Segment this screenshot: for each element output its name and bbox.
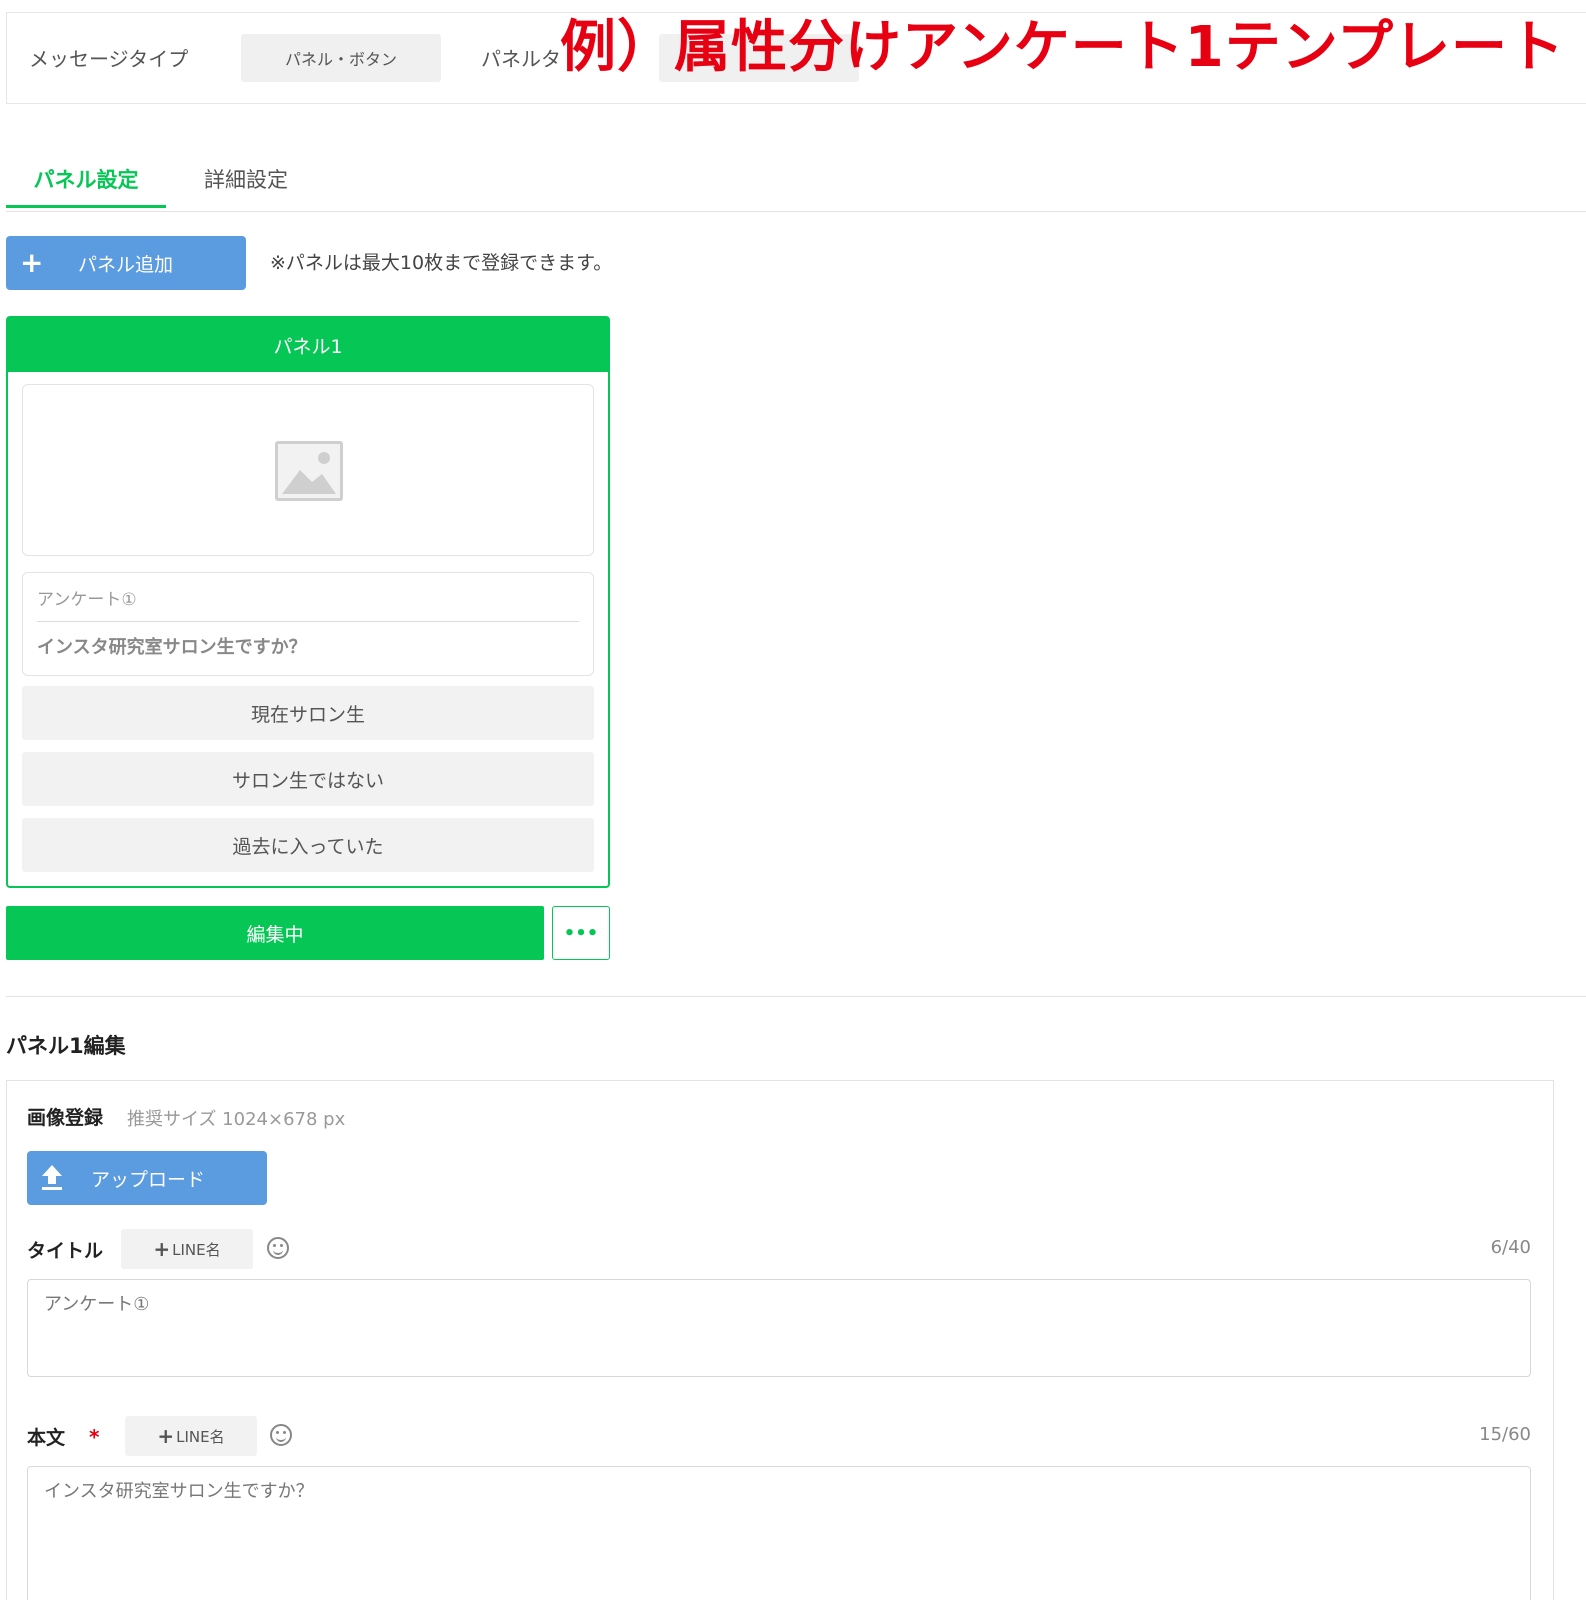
add-panel-button[interactable]: + パネル追加	[6, 236, 246, 290]
message-type-label: メッセージタイプ	[29, 47, 189, 71]
body-field-label: 本文	[27, 1427, 66, 1449]
panel-choice-button[interactable]: サロン生ではない	[22, 752, 594, 806]
message-type-select[interactable]: パネル・ボタン	[241, 34, 441, 82]
tab-detail-settings[interactable]: 詳細設定	[204, 164, 288, 208]
emoji-icon[interactable]	[267, 1237, 289, 1259]
line-name-label: LINE名	[176, 1427, 225, 1446]
image-size-hint: 推奨サイズ 1024×678 px	[127, 1109, 346, 1130]
panel-choice-button[interactable]: 現在サロン生	[22, 686, 594, 740]
body-char-counter: 15/60	[1479, 1424, 1531, 1445]
line-name-label: LINE名	[172, 1240, 221, 1259]
plus-icon: +	[157, 1424, 175, 1448]
edit-heading: パネル1編集	[6, 1034, 126, 1058]
panel-image-area[interactable]	[22, 384, 594, 556]
title-insert-line-name-button[interactable]: + LINE名	[121, 1229, 253, 1269]
emoji-icon[interactable]	[270, 1424, 292, 1446]
image-register-label: 画像登録	[27, 1107, 104, 1129]
body-insert-line-name-button[interactable]: + LINE名	[125, 1416, 257, 1456]
panel-header: パネル1	[8, 318, 608, 372]
upload-button[interactable]: アップロード	[27, 1151, 267, 1205]
image-placeholder-icon	[275, 441, 343, 501]
panel-text-area[interactable]: アンケート① インスタ研究室サロン生ですか？	[22, 572, 594, 676]
panel-preview[interactable]: パネル1 アンケート① インスタ研究室サロン生ですか？ 現在サロン生 サロン生で…	[6, 316, 610, 888]
upload-icon	[42, 1165, 62, 1190]
title-input[interactable]: アンケート①	[27, 1279, 1531, 1377]
title-char-counter: 6/40	[1490, 1237, 1531, 1258]
tab-panel-settings[interactable]: パネル設定	[6, 164, 166, 208]
required-marker: *	[89, 1425, 100, 1449]
upload-label: アップロード	[91, 1169, 206, 1191]
panel-body: インスタ研究室サロン生ですか？	[37, 637, 307, 658]
editing-button[interactable]: 編集中	[6, 906, 544, 960]
plus-icon: +	[20, 246, 44, 279]
panel-edit-form: 画像登録 推奨サイズ 1024×678 px アップロード タイトル + LIN…	[6, 1080, 1554, 1600]
title-field-label: タイトル	[27, 1240, 104, 1262]
panel-divider	[37, 621, 579, 622]
plus-icon: +	[153, 1237, 171, 1261]
panel-choice-button[interactable]: 過去に入っていた	[22, 818, 594, 872]
overlay-title: 例）属性分けアンケート1テンプレート	[560, 15, 1566, 80]
section-divider	[6, 996, 1586, 997]
add-panel-label: パネル追加	[78, 254, 174, 276]
panel-type-label: パネルタ	[481, 47, 561, 71]
panel-title: アンケート①	[37, 590, 137, 610]
settings-tabs: パネル設定 詳細設定	[6, 152, 1586, 212]
more-options-button[interactable]: •••	[552, 906, 610, 960]
body-input[interactable]: インスタ研究室サロン生ですか？	[27, 1466, 1531, 1600]
panel-limit-note: ※パネルは最大10枚まで登録できます。	[270, 252, 613, 274]
